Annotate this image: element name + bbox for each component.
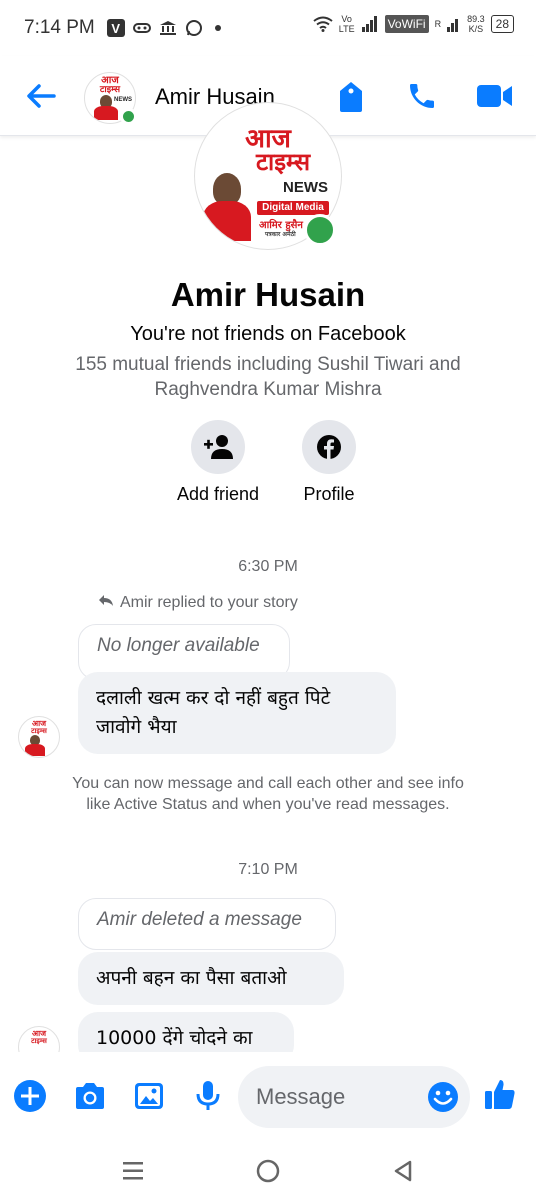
whatsapp-icon (185, 19, 203, 37)
microphone-icon[interactable] (190, 1078, 226, 1114)
messaging-info-note: You can now message and call each other … (72, 775, 464, 813)
wifi-icon (313, 16, 333, 32)
profile-picture[interactable]: आज टाइम्स NEWS Digital Media आमिर हुसैन … (194, 102, 342, 250)
vi-app-icon: V (106, 19, 125, 37)
message-avatar-1[interactable]: आज टाइम्स (18, 716, 60, 758)
gamepad-icon (132, 22, 151, 34)
emoji-icon[interactable] (426, 1080, 460, 1114)
friend-status-text: You're not friends on Facebook (130, 323, 406, 345)
deleted-message-note: Amir deleted a message (78, 898, 336, 950)
signal-icon (361, 16, 379, 32)
online-status-indicator (120, 108, 137, 125)
add-friend-label: Add friend (176, 484, 260, 504)
mutual-friends-text: 155 mutual friends including Sushil Tiwa… (75, 354, 461, 400)
network-speed: 89.3 K/S (467, 14, 485, 34)
status-notification-icons: V (106, 19, 221, 37)
vowifi-badge: VoWiFi (384, 15, 429, 33)
story-reply-note: Amir replied to your story (98, 594, 298, 612)
back-arrow-icon[interactable] (24, 80, 58, 112)
system-navigation-bar (0, 1138, 536, 1200)
status-time: 7:14 PM (24, 17, 95, 38)
message-avatar-logo: आज टाइम्स (18, 716, 60, 758)
message-avatar-2[interactable]: आज टाइम्स (18, 1026, 60, 1052)
more-notifications-dot (214, 25, 221, 31)
plus-icon[interactable] (12, 1078, 48, 1114)
header-avatar[interactable]: आज टाइम्स NEWS (84, 72, 137, 125)
timestamp-2: 7:10 PM (238, 861, 298, 878)
status-system-icons: Vo LTE VoWiFi R 89.3 K/S 28 (313, 14, 514, 34)
message-bubble-3[interactable]: 10000 देंगे चोदने का (78, 1012, 294, 1052)
message-avatar-logo-2: आज टाइम्स (18, 1026, 60, 1052)
add-friend-icon (191, 420, 245, 474)
volte-indicator: Vo LTE (338, 14, 355, 34)
message-bubble-2[interactable]: अपनी बहन का पैसा बताओ (78, 952, 344, 1005)
recent-apps-icon[interactable] (118, 1156, 148, 1186)
message-composer (0, 1056, 536, 1138)
message-bubble-1[interactable]: दलाली खत्म कर दो नहीं बहुत पिटे जावोगे भ… (78, 672, 396, 754)
profile-name: Amir Husain (170, 276, 366, 313)
bank-app-icon (159, 20, 177, 36)
story-reply-text: Amir replied to your story (120, 594, 298, 611)
back-nav-icon[interactable] (388, 1156, 418, 1186)
video-call-icon[interactable] (476, 83, 512, 117)
home-icon[interactable] (253, 1156, 283, 1186)
timestamp-1: 6:30 PM (238, 558, 298, 575)
facebook-icon (302, 420, 356, 474)
phone-call-icon[interactable] (406, 80, 440, 114)
profile-label: Profile (303, 484, 355, 504)
message-clip-area: 10000 देंगे चोदने का आज टाइम्स (0, 1010, 536, 1052)
tag-icon[interactable] (336, 80, 370, 114)
battery-level: 28 (490, 15, 514, 33)
roaming-indicator: R (434, 19, 442, 29)
profile-online-indicator (304, 214, 336, 246)
gallery-icon[interactable] (131, 1078, 167, 1114)
add-friend-button[interactable]: Add friend (158, 420, 278, 505)
like-thumbs-up-icon[interactable] (482, 1076, 518, 1112)
view-profile-button[interactable]: Profile (269, 420, 389, 505)
camera-icon[interactable] (72, 1078, 108, 1114)
reply-arrow-icon (98, 594, 114, 612)
signal-icon-2 (447, 16, 461, 32)
status-bar: 7:14 PM V Vo LTE VoWiFi R 89.3 K/S 28 (0, 0, 536, 56)
